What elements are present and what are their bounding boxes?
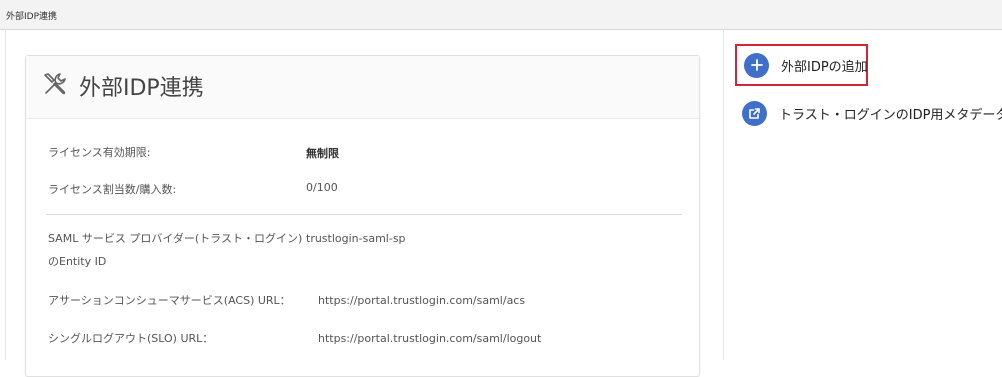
acs-url-label: アサーションコンシューマサービス(ACS) URL： xyxy=(48,294,291,307)
breadcrumb: 外部IDP連携 xyxy=(6,12,58,22)
license-expiry-label: ライセンス有効期限: xyxy=(48,146,151,159)
idp-settings-card: 外部IDP連携 ライセンス有効期限: 無制限 ライセンス割当数/購入数: 0/1… xyxy=(25,55,700,377)
entity-id-label-line1: SAML サービス プロバイダー(トラスト・ログイン) xyxy=(48,232,303,245)
external-link-icon xyxy=(742,101,767,126)
idp-metadata-link[interactable]: トラスト・ログインのIDP用メタデータ xyxy=(742,101,1002,126)
acs-url-value: https://portal.trustlogin.com/saml/acs xyxy=(318,294,526,307)
tools-icon xyxy=(44,73,66,95)
slo-url-value: https://portal.trustlogin.com/saml/logou… xyxy=(318,332,542,345)
slo-url-label: シングルログアウト(SLO) URL： xyxy=(48,332,214,345)
column-divider xyxy=(723,29,724,360)
card-title: 外部IDP連携 xyxy=(79,76,204,101)
entity-id-value: trustlogin-saml-sp xyxy=(306,232,406,245)
left-border xyxy=(5,29,6,360)
license-count-label: ライセンス割当数/購入数: xyxy=(48,183,177,196)
license-count-value: 0/100 xyxy=(306,181,338,194)
section-divider xyxy=(46,214,682,215)
add-external-idp-label: 外部IDPの追加 xyxy=(781,59,868,75)
card-header: 外部IDP連携 xyxy=(26,56,699,119)
add-external-idp-button[interactable]: 外部IDPの追加 xyxy=(735,44,868,86)
idp-metadata-label: トラスト・ログインのIDP用メタデータ xyxy=(779,108,1002,123)
plus-icon xyxy=(744,52,769,78)
breadcrumb-bar: 外部IDP連携 xyxy=(0,0,1002,30)
entity-id-label-line2: のEntity ID xyxy=(48,255,107,268)
license-expiry-value: 無制限 xyxy=(306,147,339,160)
